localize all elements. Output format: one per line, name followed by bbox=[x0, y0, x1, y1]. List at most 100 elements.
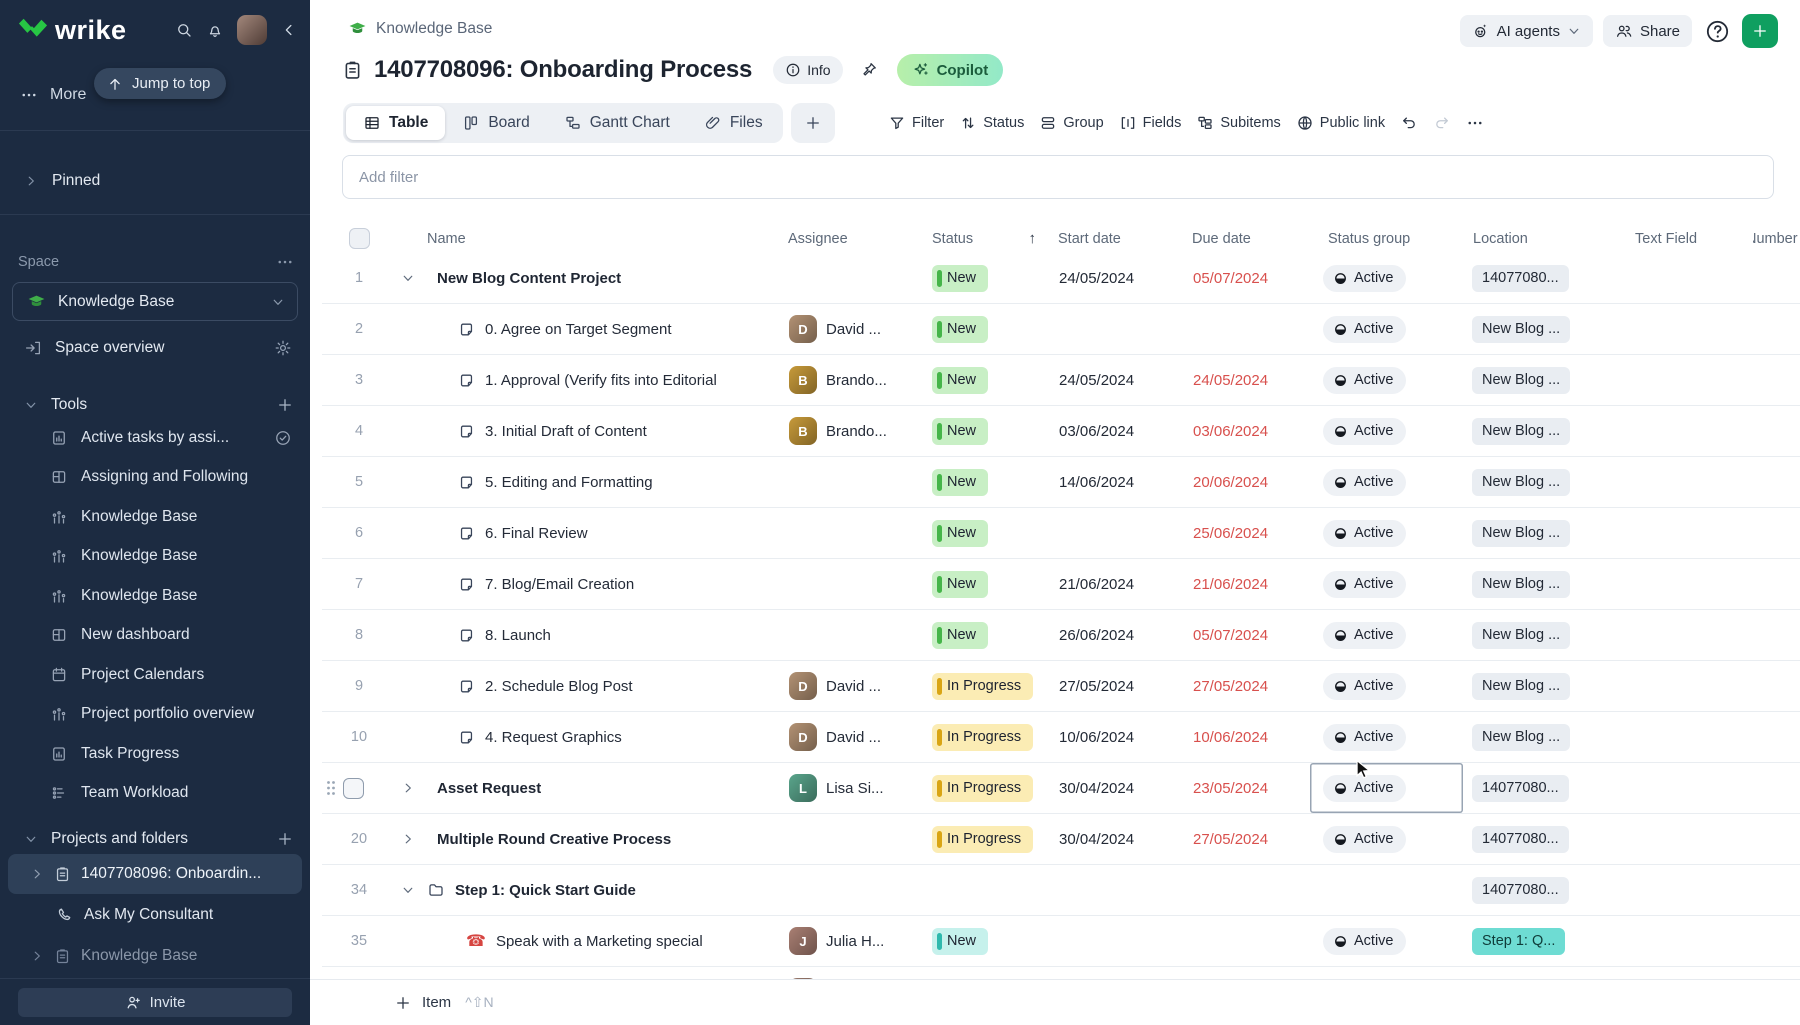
due-date-cell[interactable]: 10/06/2024 bbox=[1183, 712, 1310, 762]
sidebar-tool-item[interactable]: Team Workload bbox=[0, 774, 310, 814]
status-group-cell[interactable]: Active bbox=[1310, 508, 1463, 558]
name-cell[interactable]: Multiple Round Creative Process bbox=[396, 814, 783, 864]
page-title[interactable]: 1407708096: Onboarding Process bbox=[374, 56, 752, 84]
status-cell[interactable]: New bbox=[930, 406, 1052, 456]
projects-section-header[interactable]: Projects and folders bbox=[0, 824, 310, 854]
sidebar-project-item[interactable]: Knowledge Base bbox=[8, 936, 302, 976]
location-cell[interactable]: New Blog ... bbox=[1463, 457, 1628, 507]
chevron-right-icon[interactable] bbox=[24, 174, 38, 188]
text-field-cell[interactable] bbox=[1628, 916, 1753, 966]
breadcrumb[interactable]: Knowledge Base bbox=[348, 19, 492, 38]
location-cell[interactable]: New Blog ... bbox=[1463, 355, 1628, 405]
space-options-icon[interactable] bbox=[276, 253, 294, 271]
row-select-cell[interactable]: 34 bbox=[322, 865, 396, 915]
status-group-cell[interactable]: Active bbox=[1310, 457, 1463, 507]
table-row[interactable]: 104. Request GraphicsDDavid ...In Progre… bbox=[322, 712, 1800, 763]
name-cell[interactable]: 6. Final Review bbox=[396, 508, 783, 558]
location-pill[interactable]: Step 1: Q... bbox=[1472, 928, 1565, 955]
status-group-pill[interactable]: Active bbox=[1323, 520, 1406, 547]
add-project-icon[interactable] bbox=[276, 830, 294, 848]
row-select-cell[interactable]: 6 bbox=[322, 508, 396, 558]
status-group-cell[interactable]: Active bbox=[1310, 916, 1463, 966]
row-select-cell[interactable]: 1 bbox=[322, 253, 396, 303]
toolbar-group-button[interactable]: Group bbox=[1039, 114, 1103, 132]
text-field-cell[interactable] bbox=[1628, 865, 1753, 915]
status-group-pill[interactable]: Active bbox=[1323, 826, 1406, 853]
due-date-cell[interactable] bbox=[1183, 967, 1310, 979]
sidebar-project-item[interactable]: 1407708096: Onboardin... bbox=[8, 854, 302, 894]
status-group-pill[interactable]: Active bbox=[1323, 928, 1406, 955]
text-field-cell[interactable] bbox=[1628, 661, 1753, 711]
name-cell[interactable]: 1. Approval (Verify fits into Editorial bbox=[396, 355, 783, 405]
text-field-cell[interactable] bbox=[1628, 406, 1753, 456]
location-cell[interactable]: 14077080... bbox=[1463, 814, 1628, 864]
table-row[interactable]: Asset RequestLLisa Si...In Progress30/04… bbox=[322, 763, 1800, 814]
table-row[interactable]: 34Step 1: Quick Start Guide14077080... bbox=[322, 865, 1800, 916]
tab-table[interactable]: Table bbox=[346, 106, 445, 140]
due-date-cell[interactable] bbox=[1183, 916, 1310, 966]
number-cell[interactable] bbox=[1753, 967, 1800, 979]
collapse-row-icon[interactable] bbox=[399, 271, 417, 285]
text-field-cell[interactable] bbox=[1628, 967, 1753, 979]
status-cell[interactable]: New bbox=[930, 253, 1052, 303]
location-cell[interactable]: New Blog ... bbox=[1463, 712, 1628, 762]
sidebar-tool-item[interactable]: Task Progress bbox=[0, 734, 310, 774]
start-date-cell[interactable] bbox=[1052, 304, 1183, 354]
table-row[interactable]: 88. LaunchNew26/06/202405/07/2024ActiveN… bbox=[322, 610, 1800, 661]
status-cell[interactable]: In Progress bbox=[930, 814, 1052, 864]
number-cell[interactable] bbox=[1753, 253, 1800, 303]
status-group-pill[interactable]: Active bbox=[1323, 418, 1406, 445]
row-select-cell[interactable]: 35 bbox=[322, 916, 396, 966]
start-date-cell[interactable] bbox=[1052, 865, 1183, 915]
assignee-cell[interactable] bbox=[783, 253, 930, 303]
status-group-cell[interactable]: Active bbox=[1310, 406, 1463, 456]
row-select-cell[interactable]: 7 bbox=[322, 559, 396, 609]
status-cell[interactable]: New bbox=[930, 355, 1052, 405]
status-pill[interactable]: In Progress bbox=[932, 826, 1033, 853]
name-cell[interactable]: 2. Schedule Blog Post bbox=[396, 661, 783, 711]
assignee-cell[interactable]: DDavid ... bbox=[783, 304, 930, 354]
due-date-cell[interactable]: 27/05/2024 bbox=[1183, 814, 1310, 864]
start-date-cell[interactable]: 10/06/2024 bbox=[1052, 712, 1183, 762]
due-date-cell[interactable]: 24/05/2024 bbox=[1183, 355, 1310, 405]
table-row[interactable]: 66. Final ReviewNew25/06/2024ActiveNew B… bbox=[322, 508, 1800, 559]
number-cell[interactable] bbox=[1753, 406, 1800, 456]
expand-row-icon[interactable] bbox=[399, 781, 417, 795]
name-cell[interactable]: 0. Agree on Target Segment bbox=[396, 304, 783, 354]
location-cell[interactable]: New Blog ... bbox=[1463, 508, 1628, 558]
number-cell[interactable] bbox=[1753, 763, 1800, 813]
notifications-bell-icon[interactable] bbox=[206, 21, 224, 39]
table-row[interactable]: 20Multiple Round Creative ProcessIn Prog… bbox=[322, 814, 1800, 865]
status-pill[interactable]: New bbox=[932, 418, 988, 445]
due-date-cell[interactable]: 05/07/2024 bbox=[1183, 253, 1310, 303]
sort-ascending-icon[interactable]: ↑ bbox=[1029, 230, 1037, 247]
status-group-pill[interactable]: Active bbox=[1323, 469, 1406, 496]
toolbar-status-button[interactable]: Status bbox=[959, 114, 1024, 132]
column-header-location[interactable]: Location bbox=[1463, 224, 1628, 253]
assignee-cell[interactable]: LLisa Si... bbox=[783, 763, 930, 813]
sidebar-tool-item[interactable]: Knowledge Base bbox=[0, 497, 310, 537]
status-group-pill[interactable]: Active bbox=[1323, 265, 1406, 292]
column-header-text-field[interactable]: Text Field bbox=[1628, 224, 1753, 253]
tab-files[interactable]: Files bbox=[687, 106, 780, 140]
assignee-cell[interactable] bbox=[783, 610, 930, 660]
start-date-cell[interactable] bbox=[1052, 508, 1183, 558]
start-date-cell[interactable] bbox=[1052, 967, 1183, 979]
start-date-cell[interactable]: 30/04/2024 bbox=[1052, 763, 1183, 813]
row-checkbox[interactable] bbox=[343, 778, 364, 799]
status-cell[interactable]: New bbox=[930, 916, 1052, 966]
status-group-pill[interactable]: Active bbox=[1323, 622, 1406, 649]
status-cell[interactable]: New bbox=[930, 457, 1052, 507]
create-new-button[interactable] bbox=[1742, 14, 1778, 48]
status-pill[interactable]: New bbox=[932, 928, 988, 955]
location-pill[interactable]: 14077080... bbox=[1472, 877, 1569, 904]
location-pill[interactable]: New Blog ... bbox=[1472, 367, 1570, 394]
jump-to-top-button[interactable]: Jump to top bbox=[94, 68, 226, 99]
due-date-cell[interactable]: 23/05/2024 bbox=[1183, 763, 1310, 813]
number-cell[interactable] bbox=[1753, 559, 1800, 609]
location-cell[interactable]: New Blog ... bbox=[1463, 610, 1628, 660]
row-select-cell[interactable]: 10 bbox=[322, 712, 396, 762]
start-date-cell[interactable] bbox=[1052, 916, 1183, 966]
text-field-cell[interactable] bbox=[1628, 610, 1753, 660]
drag-handle-icon[interactable] bbox=[326, 780, 336, 796]
